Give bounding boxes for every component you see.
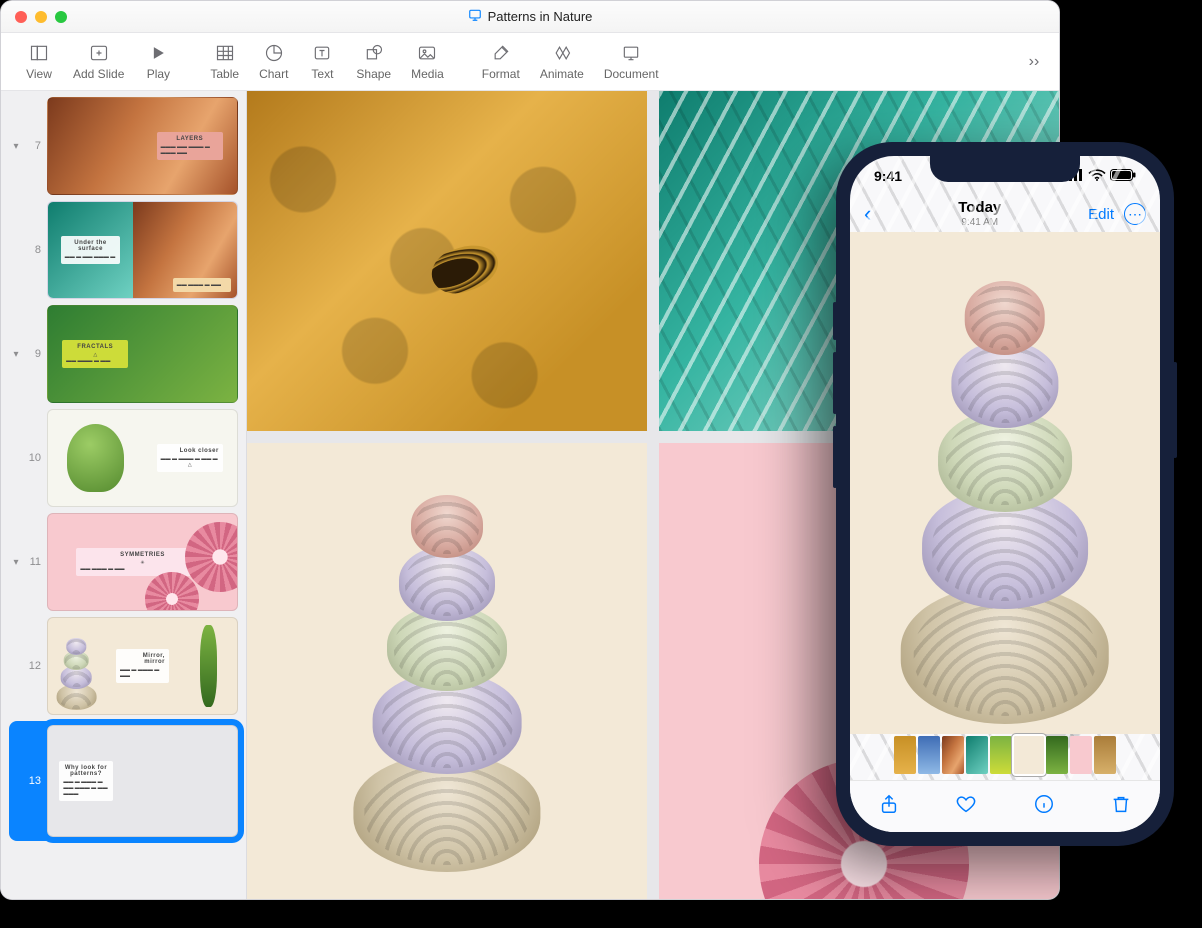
slide-number: 7 — [23, 140, 41, 152]
slide-thumb-13: 13 Why look for patterns?▬▬ ▬ ▬▬▬ ▬ ▬▬ ▬… — [9, 721, 238, 841]
slide-thumbnail[interactable]: Mirror, mirror▬▬ ▬ ▬▬▬ ▬ ▬▬ — [47, 617, 238, 715]
image-stacked-shells[interactable] — [247, 443, 647, 899]
notch — [930, 156, 1080, 182]
slide-thumb-12: 12 Mirror, mirror▬▬ ▬ ▬▬▬ ▬ ▬▬ — [9, 617, 238, 715]
disclosure-arrow-icon[interactable]: ▾ — [9, 557, 23, 568]
slide-number: 13 — [23, 775, 41, 787]
chevron-right-icon: ›› — [1029, 53, 1040, 71]
slide-number: 10 — [23, 452, 41, 464]
shape-button[interactable]: Shape — [346, 33, 401, 91]
add-slide-button[interactable]: Add Slide — [63, 33, 134, 91]
scrubber-thumb[interactable] — [990, 736, 1012, 774]
info-icon — [1033, 802, 1055, 819]
slide-number: 8 — [23, 244, 41, 256]
play-icon — [148, 43, 168, 63]
close-window-button[interactable] — [15, 11, 27, 23]
chart-icon — [264, 43, 284, 63]
slide-thumbnail[interactable]: LAYERS▬▬▬ ▬▬ ▬▬▬ ▬ ▬▬▬ ▬▬ — [47, 97, 238, 195]
scrubber-thumb[interactable] — [1094, 736, 1116, 774]
format-button[interactable]: Format — [472, 33, 530, 91]
image-honeycomb-bee[interactable] — [247, 91, 647, 431]
slide-number: 11 — [23, 556, 41, 568]
play-button[interactable]: Play — [134, 33, 182, 91]
shape-icon — [364, 43, 384, 63]
slide-number: 12 — [23, 660, 41, 672]
volume-up-button — [833, 352, 837, 414]
keynote-icon — [468, 8, 482, 25]
info-button[interactable] — [1033, 793, 1055, 820]
titlebar: Patterns in Nature — [1, 1, 1059, 33]
slide-thumb-11: ▾ 11 SYMMETRIES✳︎▬▬ ▬▬▬ ▬ ▬▬ — [9, 513, 238, 611]
slide-navigator: ▾ 7 LAYERS▬▬▬ ▬▬ ▬▬▬ ▬ ▬▬▬ ▬▬ 8 Under th… — [1, 91, 247, 899]
slide-thumb-7: ▾ 7 LAYERS▬▬▬ ▬▬ ▬▬▬ ▬ ▬▬▬ ▬▬ — [9, 97, 238, 195]
slide-thumb-9: ▾ 9 FRACTALS△▬▬ ▬▬▬ ▬ ▬▬ — [9, 305, 238, 403]
text-icon — [312, 43, 332, 63]
heart-icon — [955, 802, 977, 819]
media-button[interactable]: Media — [401, 33, 454, 91]
share-icon — [878, 802, 900, 819]
side-button — [1173, 362, 1177, 458]
disclosure-arrow-icon[interactable]: ▾ — [9, 349, 23, 360]
trash-icon — [1110, 802, 1132, 819]
volume-down-button — [833, 426, 837, 488]
iphone-screen: 9:41 ‹ Today 9:41 AM Edit ⋯ — [850, 156, 1160, 832]
traffic-lights — [1, 11, 67, 23]
table-button[interactable]: Table — [200, 33, 249, 91]
scrubber-thumb[interactable] — [894, 736, 916, 774]
slide-thumbnail[interactable]: Under the surface▬▬ ▬ ▬▬ ▬▬▬ ▬ ▬▬ ▬▬▬ ▬ … — [47, 201, 238, 299]
slide-thumbnail[interactable]: Look closer▬▬ ▬ ▬▬▬ ▬ ▬▬ ▬△ — [47, 409, 238, 507]
media-icon — [417, 43, 437, 63]
format-icon — [491, 43, 511, 63]
animate-icon — [552, 43, 572, 63]
document-icon — [621, 43, 641, 63]
table-icon — [215, 43, 235, 63]
slide-thumbnail[interactable]: Why look for patterns?▬▬ ▬ ▬▬▬ ▬ ▬▬ ▬▬▬ … — [47, 725, 238, 837]
scrubber-thumb[interactable] — [1070, 736, 1092, 774]
scrubber-thumb[interactable] — [1046, 736, 1068, 774]
disclosure-arrow-icon[interactable]: ▾ — [9, 141, 23, 152]
view-button[interactable]: View — [15, 33, 63, 91]
slide-thumb-10: 10 Look closer▬▬ ▬ ▬▬▬ ▬ ▬▬ ▬△ — [9, 409, 238, 507]
window-title: Patterns in Nature — [1, 8, 1059, 25]
scrubber-thumb[interactable] — [918, 736, 940, 774]
ring-switch — [833, 302, 837, 340]
photo-scrubber[interactable] — [850, 736, 1160, 776]
nav-title: Today 9:41 AM — [958, 200, 1001, 228]
delete-button[interactable] — [1110, 793, 1132, 820]
view-icon — [29, 43, 49, 63]
iphone-device: 9:41 ‹ Today 9:41 AM Edit ⋯ — [836, 142, 1174, 846]
toolbar-overflow-button[interactable]: ›› — [1019, 53, 1049, 71]
zoom-window-button[interactable] — [55, 11, 67, 23]
share-button[interactable] — [878, 793, 900, 820]
chart-button[interactable]: Chart — [249, 33, 298, 91]
slide-thumb-8: 8 Under the surface▬▬ ▬ ▬▬ ▬▬▬ ▬ ▬▬ ▬▬▬ … — [9, 201, 238, 299]
document-button[interactable]: Document — [594, 33, 669, 91]
scrubber-thumb[interactable] — [966, 736, 988, 774]
animate-button[interactable]: Animate — [530, 33, 594, 91]
scrubber-thumb-selected[interactable] — [1014, 736, 1044, 774]
photos-toolbar — [850, 780, 1160, 832]
photos-navbar: ‹ Today 9:41 AM Edit ⋯ — [850, 196, 1160, 232]
add-slide-icon — [89, 43, 109, 63]
toolbar: View Add Slide Play Table Chart Text Sha… — [1, 33, 1059, 91]
slide-number: 9 — [23, 348, 41, 360]
favorite-button[interactable] — [955, 793, 977, 820]
slide-thumbnail[interactable]: FRACTALS△▬▬ ▬▬▬ ▬ ▬▬ — [47, 305, 238, 403]
scrubber-thumb[interactable] — [942, 736, 964, 774]
text-button[interactable]: Text — [298, 33, 346, 91]
minimize-window-button[interactable] — [35, 11, 47, 23]
photo-viewer[interactable] — [850, 232, 1160, 734]
slide-thumbnail[interactable]: SYMMETRIES✳︎▬▬ ▬▬▬ ▬ ▬▬ — [47, 513, 238, 611]
